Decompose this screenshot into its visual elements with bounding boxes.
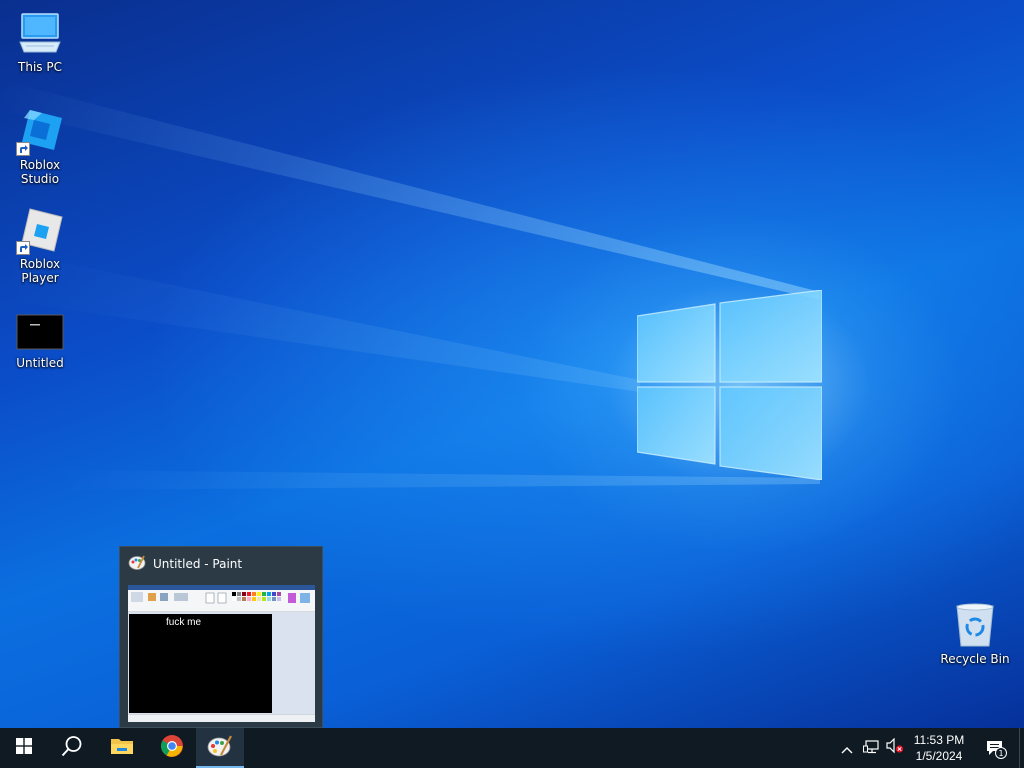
desktop-icon-roblox-studio[interactable]: Roblox Studio <box>0 108 80 186</box>
clock-date: 1/5/2024 <box>915 749 963 763</box>
paint-icon <box>207 734 233 762</box>
this-pc-icon <box>16 10 64 58</box>
shortcut-arrow-icon <box>16 142 30 156</box>
windows-start-icon <box>16 738 32 758</box>
action-center-button[interactable]: 1 <box>980 728 1010 768</box>
desktop-icon-label: Recycle Bin <box>940 652 1010 666</box>
clock-time: 11:53 PM <box>913 733 965 747</box>
clock[interactable]: 11:53 PM 1/5/2024 <box>903 732 975 764</box>
taskbar-thumbnail-preview[interactable]: Untitled - Paint fuck me <box>119 546 323 728</box>
volume-muted-icon <box>886 737 904 758</box>
paint-status-bar <box>128 714 315 722</box>
paint-canvas <box>129 614 272 713</box>
image-file-icon <box>16 306 64 354</box>
notification-count-badge: 1 <box>995 747 1007 759</box>
taskbar: 11:53 PM 1/5/2024 1 <box>0 728 1024 768</box>
notification-icon: 1 <box>985 738 1007 759</box>
chrome-button[interactable] <box>148 728 196 768</box>
desktop-icon-label: Roblox Studio <box>19 158 61 186</box>
paint-ribbon <box>128 585 315 612</box>
desktop-icon-untitled[interactable]: Untitled <box>0 306 80 370</box>
tray-overflow-button[interactable] <box>836 728 858 768</box>
preview-title-bar: Untitled - Paint <box>128 553 242 574</box>
file-explorer-button[interactable] <box>98 728 146 768</box>
desktop-icon-this-pc[interactable]: This PC <box>0 10 80 74</box>
desktop-icon-recycle-bin[interactable]: Recycle Bin <box>935 602 1015 666</box>
chrome-icon <box>160 734 184 762</box>
show-desktop-button[interactable] <box>1019 728 1024 768</box>
recycle-bin-icon <box>951 602 999 650</box>
start-button[interactable] <box>0 728 48 768</box>
desktop-icon-label: Untitled <box>16 356 64 370</box>
desktop: This PC Roblox Studio Roblox Player Unti… <box>0 0 1024 728</box>
roblox-studio-icon <box>16 108 64 156</box>
network-icon <box>863 739 879 758</box>
search-button[interactable] <box>48 728 96 768</box>
preview-thumbnail: fuck me <box>128 585 315 722</box>
desktop-icon-label: This PC <box>18 60 62 74</box>
network-button[interactable] <box>860 728 882 768</box>
paint-icon <box>128 553 146 574</box>
canvas-text: fuck me <box>166 617 202 628</box>
paint-taskbar-button[interactable] <box>196 728 244 768</box>
desktop-icon-roblox-player[interactable]: Roblox Player <box>0 207 80 285</box>
preview-title: Untitled - Paint <box>153 556 243 571</box>
windows-logo-wallpaper <box>637 290 822 480</box>
chevron-up-icon <box>841 739 853 758</box>
folder-icon <box>110 736 134 760</box>
desktop-icon-label: Roblox Player <box>19 257 61 285</box>
search-icon <box>61 735 83 761</box>
shortcut-arrow-icon <box>16 241 30 255</box>
roblox-player-icon <box>16 207 64 255</box>
